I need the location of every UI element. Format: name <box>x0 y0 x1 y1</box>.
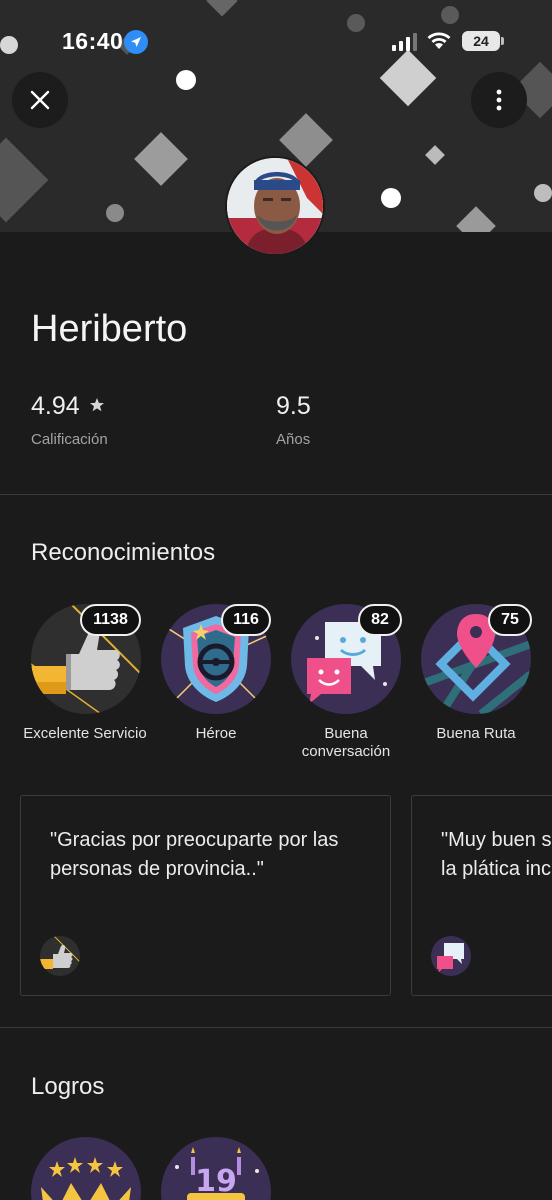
thumbs-up-icon <box>40 936 80 976</box>
recognitions-title: Reconocimientos <box>31 539 216 566</box>
decor-diamond <box>456 206 496 232</box>
decor-dot <box>534 184 552 202</box>
badge-label: Héroe <box>195 725 237 742</box>
badge-label: Buena conversación <box>301 725 391 760</box>
badge-label: Excelente Servicio <box>23 725 147 742</box>
decor-dot <box>381 188 401 208</box>
rating-number: 4.94 <box>31 392 80 420</box>
close-icon <box>30 90 50 110</box>
close-button[interactable] <box>12 72 68 128</box>
years-value: 9.5 <box>276 392 311 420</box>
decor-diamond <box>425 145 445 165</box>
wifi-icon <box>426 30 452 55</box>
section-divider <box>0 1027 552 1028</box>
badge-count: 116 <box>221 604 271 636</box>
comment-card[interactable]: "Muy buen s la plática inc <box>411 795 552 996</box>
star-icon <box>89 398 104 412</box>
badge-count: 1138 <box>80 604 141 636</box>
achievements-title: Logros <box>31 1073 105 1100</box>
achievement-badge[interactable]: 19 <box>161 1137 271 1200</box>
chat-bubbles-icon <box>431 936 471 976</box>
section-divider <box>0 494 552 495</box>
rating-label: Calificación <box>31 431 108 448</box>
trips-cake-icon: 19 <box>161 1137 271 1200</box>
badge-count: 75 <box>488 604 532 636</box>
rating-value: 4.94 <box>31 392 105 421</box>
crown-stars-icon <box>31 1137 141 1200</box>
comment-text: "Muy buen s la plática inc <box>441 829 552 880</box>
decor-diamond <box>134 132 188 186</box>
badge-label: Buena Ruta <box>436 725 516 742</box>
battery-cap <box>501 37 504 45</box>
signal-icon <box>391 33 419 56</box>
decor-dot <box>106 204 124 222</box>
status-bar: 16:40 24 <box>0 0 552 82</box>
badge-count: 82 <box>358 604 402 636</box>
decor-diamond <box>0 137 49 223</box>
achievement-badge[interactable] <box>31 1137 141 1200</box>
battery-icon: 24 <box>462 31 500 51</box>
comment-card[interactable]: "Gracias por preocuparte por las persona… <box>20 795 391 996</box>
avatar <box>225 156 325 256</box>
driver-name: Heriberto <box>31 308 188 350</box>
more-options-button[interactable] <box>471 72 527 128</box>
status-time: 16:40 <box>62 28 124 54</box>
more-vertical-icon <box>496 89 502 111</box>
comment-text: "Gracias por preocuparte por las persona… <box>50 829 339 880</box>
years-label: Años <box>276 431 311 448</box>
location-arrow-icon <box>124 30 148 54</box>
